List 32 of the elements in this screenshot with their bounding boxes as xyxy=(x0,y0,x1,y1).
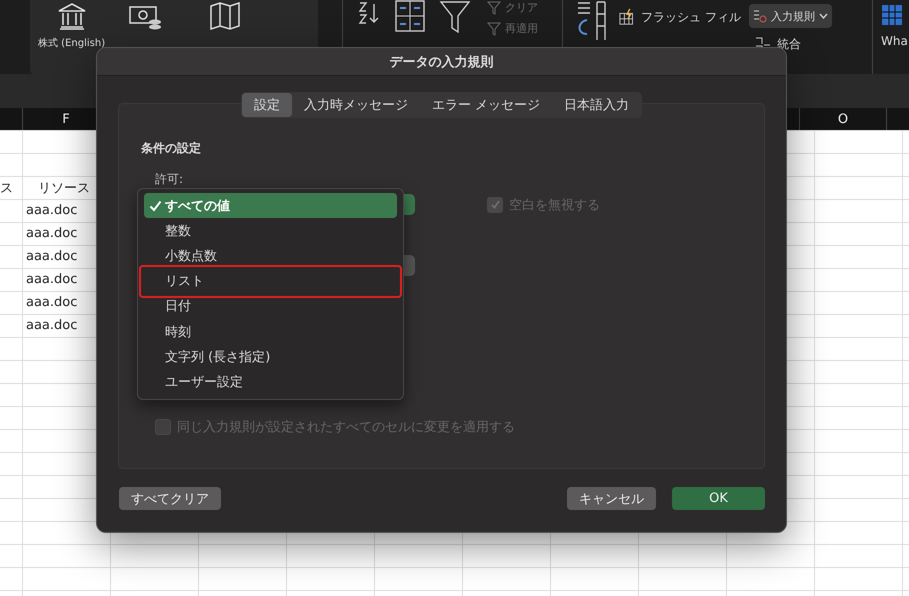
table-cell: ス xyxy=(0,180,13,196)
menu-item[interactable]: 時刻 xyxy=(144,318,397,344)
checkbox-label: 同じ入力規則が設定されたすべてのセルに変更を適用する xyxy=(177,419,515,436)
section-title: 条件の設定 xyxy=(141,140,202,157)
checkbox-label: 空白を無視する xyxy=(509,196,600,214)
dialog-button[interactable]: キャンセル xyxy=(567,487,656,510)
menu-item[interactable]: すべての値 xyxy=(144,193,397,218)
table-cell: aaa.doc xyxy=(26,318,78,333)
flash-fill-button[interactable]: フラッシュ フィル xyxy=(641,8,741,26)
tab[interactable]: 入力時メッセージ xyxy=(292,93,420,117)
table-cell: aaa.doc xyxy=(26,249,78,264)
dialog-button[interactable]: すべてクリア xyxy=(119,487,221,510)
menu-item[interactable]: ユーザー設定 xyxy=(144,369,397,394)
table-cell: aaa.doc xyxy=(26,226,78,241)
table-cell: aaa.doc xyxy=(26,272,78,287)
column-header[interactable]: O xyxy=(838,112,848,126)
dialog-title: データの入力規則 xyxy=(97,48,786,76)
tab[interactable]: エラー メッセージ xyxy=(420,93,552,117)
tab[interactable]: 日本語入力 xyxy=(552,93,642,117)
column-header[interactable]: F xyxy=(62,112,70,126)
menu-item[interactable]: 文字列 (長さ指定) xyxy=(144,344,397,370)
menu-item[interactable]: リスト xyxy=(139,264,402,298)
menu-item[interactable]: 整数 xyxy=(144,218,397,244)
field-label: 許可: xyxy=(155,171,184,188)
table-cell-text: リソース xyxy=(38,180,90,196)
ok-button[interactable]: OK xyxy=(672,487,765,510)
data-validation-button[interactable]: 入力規則 xyxy=(749,4,832,28)
ribbon-label[interactable]: 株式 (English) xyxy=(38,36,106,50)
table-cell: aaa.doc xyxy=(26,295,78,310)
table-cell: aaa.doc xyxy=(26,203,78,218)
what-if-button[interactable]: Wha xyxy=(881,34,908,48)
tab[interactable]: 設定 xyxy=(242,93,292,117)
